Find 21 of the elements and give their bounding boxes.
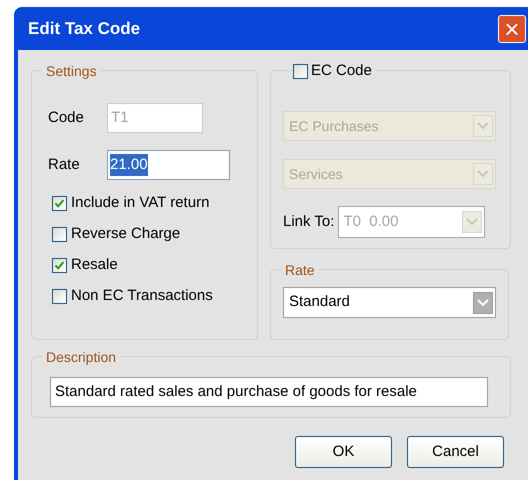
checkbox-label: Resale	[71, 256, 118, 274]
checkbox-label: Include in VAT return	[71, 194, 210, 212]
window-title: Edit Tax Code	[28, 18, 140, 40]
checkbox-label: EC Code	[311, 61, 372, 81]
dialog-button[interactable]: OK	[295, 436, 392, 468]
checkbox[interactable]	[52, 258, 67, 272]
rate-field[interactable]: 21.00	[107, 150, 230, 180]
checkbox[interactable]	[52, 288, 67, 304]
field-value: 21.00	[110, 154, 148, 176]
checkbox[interactable]	[52, 196, 67, 210]
description-field[interactable]: Standard rated sales and purchase of goods for resale	[50, 377, 488, 407]
rate-dropdown[interactable]: Standard	[283, 287, 496, 318]
field-label: Code	[48, 108, 85, 128]
field-label: Link To:	[283, 212, 334, 232]
checkbox[interactable]	[52, 226, 67, 242]
dialog-button[interactable]: Cancel	[407, 436, 504, 468]
close-button[interactable]: ×	[498, 14, 526, 42]
checkbox-label: Reverse Charge	[71, 225, 180, 243]
field-label: Rate	[48, 154, 81, 175]
checkbox[interactable]	[293, 64, 308, 79]
checkbox-label: Non EC Transactions	[71, 287, 213, 305]
